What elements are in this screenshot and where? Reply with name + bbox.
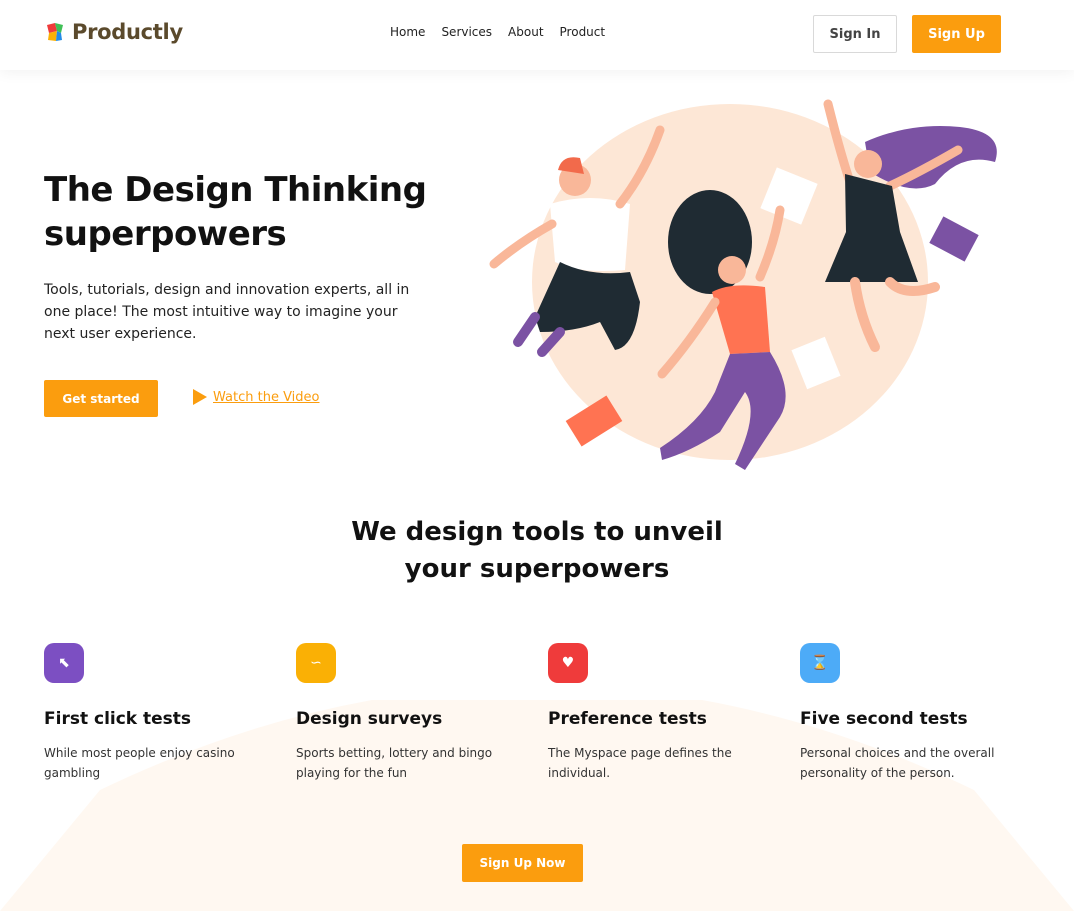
hero-illustration [489,99,997,470]
section-title-line1: We design tools to unveil [351,517,723,547]
feature-card-preference-tests: ♥ Preference tests The Myspace page defi… [548,643,768,783]
hero-title-line1: The Design Thinking [44,170,427,210]
stumbleupon-icon: ∽ [296,643,336,683]
cursor-icon: ⬉ [44,643,84,683]
hero-description: Tools, tutorials, design and innovation … [44,282,410,342]
feature-card-first-click: ⬉ First click tests While most people en… [44,643,264,783]
nav-home[interactable]: Home [390,25,425,39]
feature-description: While most people enjoy casino gambling [44,746,235,780]
section-title: We design tools to unveil your superpowe… [287,514,787,588]
site-header: Productly Home Services About Product Si… [0,0,1074,70]
nav-about[interactable]: About [508,25,543,39]
brand-name: Productly [72,20,183,44]
book [929,216,979,262]
feature-card-design-surveys: ∽ Design surveys Sports betting, lottery… [296,643,516,783]
watch-video-label: Watch the Video [213,389,320,405]
watch-video-link[interactable]: Watch the Video [193,389,320,405]
feature-title: Design surveys [296,709,443,729]
feature-card-five-second-tests: ⌛ Five second tests Personal choices and… [800,643,1020,783]
feature-title: Five second tests [800,709,968,729]
play-icon [193,389,207,405]
hero-title-line2: superpowers [44,214,287,254]
hourglass-icon: ⌛ [800,643,840,683]
sign-up-button[interactable]: Sign Up [912,15,1001,53]
heart-icon: ♥ [548,643,588,683]
logo[interactable]: Productly [44,20,183,44]
sign-in-button[interactable]: Sign In [813,15,897,53]
nav-services[interactable]: Services [441,25,492,39]
main-nav: Home Services About Product [390,25,605,39]
logo-icon [47,23,63,41]
get-started-button[interactable]: Get started [44,380,158,417]
hero-title: The Design Thinking superpowers [44,168,464,256]
feature-description: Sports betting, lottery and bingo playin… [296,746,493,780]
nav-product[interactable]: Product [560,25,606,39]
feature-description: Personal choices and the overall persona… [800,746,995,780]
section-title-line2: your superpowers [404,554,670,584]
feature-title: Preference tests [548,709,707,729]
feature-title: First click tests [44,709,192,729]
sign-up-now-button[interactable]: Sign Up Now [462,844,583,882]
feature-description: The Myspace page defines the individual. [548,746,732,780]
